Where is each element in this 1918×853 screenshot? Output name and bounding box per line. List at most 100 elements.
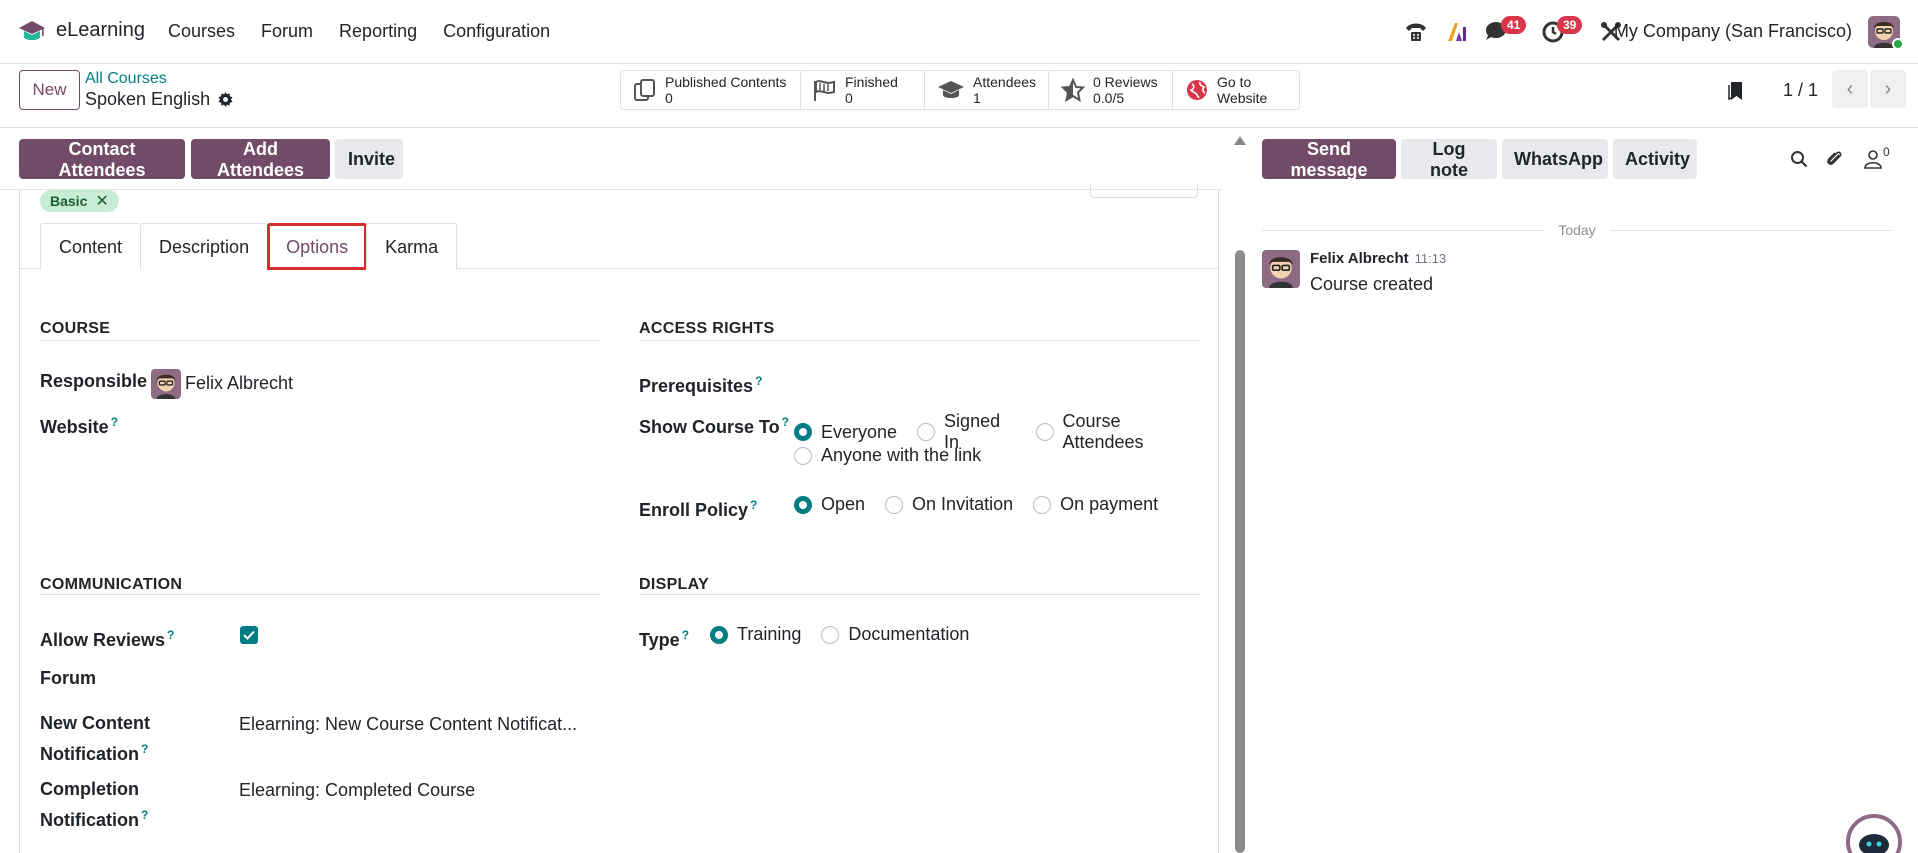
- chatbot-launcher[interactable]: [1846, 814, 1902, 853]
- chevron-left-icon: ‹: [1846, 77, 1854, 100]
- message-author[interactable]: Felix Albrecht 11:13: [1310, 250, 1446, 267]
- form-scrollbar[interactable]: [1235, 250, 1245, 853]
- radio-label: Open: [821, 494, 866, 514]
- message-author-name[interactable]: Felix Albrecht: [1310, 250, 1409, 267]
- allow-reviews-checkbox[interactable]: [240, 626, 258, 644]
- help-icon[interactable]: ?: [167, 628, 174, 642]
- flag-icon: [814, 80, 835, 101]
- stat-label: Go to: [1217, 74, 1252, 90]
- message-time: 11:13: [1414, 251, 1447, 266]
- help-icon[interactable]: ?: [682, 628, 689, 642]
- help-icon[interactable]: ?: [750, 498, 757, 512]
- tab-description[interactable]: Description: [140, 223, 269, 270]
- add-attendees-button[interactable]: Add Attendees: [191, 139, 330, 180]
- ai-icon[interactable]: [1446, 21, 1468, 43]
- radio-unchecked-icon[interactable]: [885, 495, 904, 514]
- label-line-2: Notification: [40, 810, 139, 830]
- radio-training[interactable]: Training: [710, 624, 801, 645]
- contact-attendees-button[interactable]: Contact Attendees: [19, 139, 185, 180]
- prerequisites-label-text: Prerequisites: [639, 376, 754, 396]
- help-icon[interactable]: ?: [141, 742, 148, 756]
- form-statusbar: Contact Attendees Add Attendees Invite: [0, 128, 1222, 190]
- section-divider: [40, 594, 600, 595]
- invite-button[interactable]: Invite: [335, 139, 403, 179]
- radio-course-attendees[interactable]: Course Attendees: [1035, 411, 1199, 453]
- radio-anyone-with-link[interactable]: Anyone with the link: [794, 445, 981, 466]
- log-note-button[interactable]: Log note: [1401, 139, 1497, 180]
- send-message-button[interactable]: Send message: [1262, 139, 1396, 180]
- stat-attendees[interactable]: Attendees 1: [925, 71, 1049, 109]
- tab-options[interactable]: Options: [267, 223, 368, 270]
- app-name[interactable]: eLearning: [56, 19, 145, 42]
- label-line-1: Completion: [40, 779, 139, 799]
- section-display-title: DISPLAY: [639, 576, 709, 593]
- radio-label: Anyone with the link: [821, 445, 982, 465]
- new-content-notification-value[interactable]: Elearning: New Course Content Notificat.…: [239, 714, 577, 735]
- completion-notification-label: Completion Notification?: [40, 776, 148, 833]
- radio-open[interactable]: Open: [794, 494, 865, 515]
- bookmark-icon[interactable]: [1728, 81, 1744, 101]
- stat-value: 1: [973, 90, 981, 106]
- breadcrumb-all-courses[interactable]: All Courses: [85, 70, 167, 88]
- prerequisites-label: Prerequisites?: [639, 368, 762, 399]
- main-menu: Courses Forum Reporting Configuration: [168, 21, 550, 42]
- responsible-value[interactable]: Felix Albrecht: [185, 373, 293, 394]
- pager-next-button[interactable]: ›: [1870, 70, 1906, 108]
- stat-reviews[interactable]: 0 Reviews 0.0/5: [1049, 71, 1173, 109]
- follower-icon[interactable]: [1864, 149, 1882, 169]
- menu-configuration[interactable]: Configuration: [443, 21, 550, 42]
- tab-content[interactable]: Content: [40, 223, 142, 270]
- new-button[interactable]: New: [19, 70, 80, 110]
- elearning-logo-icon[interactable]: [18, 18, 46, 46]
- whatsapp-button[interactable]: WhatsApp: [1502, 139, 1608, 179]
- close-icon[interactable]: ✕: [95, 191, 108, 211]
- pager-previous-button[interactable]: ‹: [1832, 70, 1868, 108]
- record-title: Spoken English: [85, 89, 211, 109]
- help-icon[interactable]: ?: [755, 374, 762, 388]
- type-label: Type?: [639, 622, 689, 653]
- stat-go-to-website[interactable]: Go to Website: [1173, 71, 1299, 109]
- chatter-panel: Send message Log note WhatsApp Activity …: [1250, 128, 1918, 853]
- radio-on-payment[interactable]: On payment: [1033, 494, 1158, 515]
- radio-documentation[interactable]: Documentation: [821, 624, 969, 645]
- radio-everyone[interactable]: Everyone: [794, 422, 897, 443]
- radio-unchecked-icon[interactable]: [1035, 423, 1054, 441]
- activities-badge: 39: [1557, 16, 1583, 34]
- search-icon[interactable]: [1790, 150, 1808, 168]
- tab-karma[interactable]: Karma: [366, 223, 458, 270]
- breadcrumb-current: Spoken English: [85, 89, 233, 110]
- phone-icon[interactable]: [1404, 21, 1428, 43]
- pager-value[interactable]: 1 / 1: [1783, 80, 1818, 101]
- new-content-notification-label: New Content Notification?: [40, 710, 150, 767]
- activity-button[interactable]: Activity: [1613, 139, 1697, 179]
- message-author-avatar[interactable]: [1262, 250, 1300, 288]
- company-switcher[interactable]: My Company (San Francisco): [1614, 21, 1852, 42]
- menu-courses[interactable]: Courses: [168, 21, 235, 42]
- stat-label: Published Contents: [665, 74, 787, 90]
- stat-finished[interactable]: Finished 0: [801, 71, 925, 109]
- radio-checked-icon[interactable]: [794, 495, 812, 514]
- scroll-up-arrow-icon[interactable]: [1234, 136, 1246, 145]
- radio-label: Course Attendees: [1062, 411, 1144, 452]
- stat-label: Finished: [845, 74, 898, 90]
- gear-icon[interactable]: [218, 92, 233, 107]
- completion-notification-value[interactable]: Elearning: Completed Course: [239, 780, 475, 801]
- menu-forum[interactable]: Forum: [261, 21, 313, 42]
- help-icon[interactable]: ?: [782, 415, 789, 429]
- radio-unchecked-icon[interactable]: [1033, 495, 1052, 514]
- section-access-title: ACCESS RIGHTS: [639, 320, 775, 337]
- enroll-policy-label-text: Enroll Policy: [639, 500, 749, 520]
- help-icon[interactable]: ?: [141, 808, 148, 822]
- stat-published-contents[interactable]: Published Contents 0: [621, 71, 801, 109]
- radio-unchecked-icon[interactable]: [821, 625, 840, 644]
- radio-unchecked-icon[interactable]: [917, 423, 936, 441]
- paperclip-icon[interactable]: [1826, 149, 1844, 169]
- radio-on-invitation[interactable]: On Invitation: [885, 494, 1013, 515]
- radio-checked-icon[interactable]: [710, 625, 728, 644]
- followers-count: 0: [1883, 145, 1890, 159]
- forum-label: Forum: [40, 668, 96, 688]
- menu-reporting[interactable]: Reporting: [339, 21, 417, 42]
- radio-unchecked-icon[interactable]: [794, 446, 812, 465]
- radio-checked-icon[interactable]: [794, 423, 812, 441]
- help-icon[interactable]: ?: [111, 415, 118, 429]
